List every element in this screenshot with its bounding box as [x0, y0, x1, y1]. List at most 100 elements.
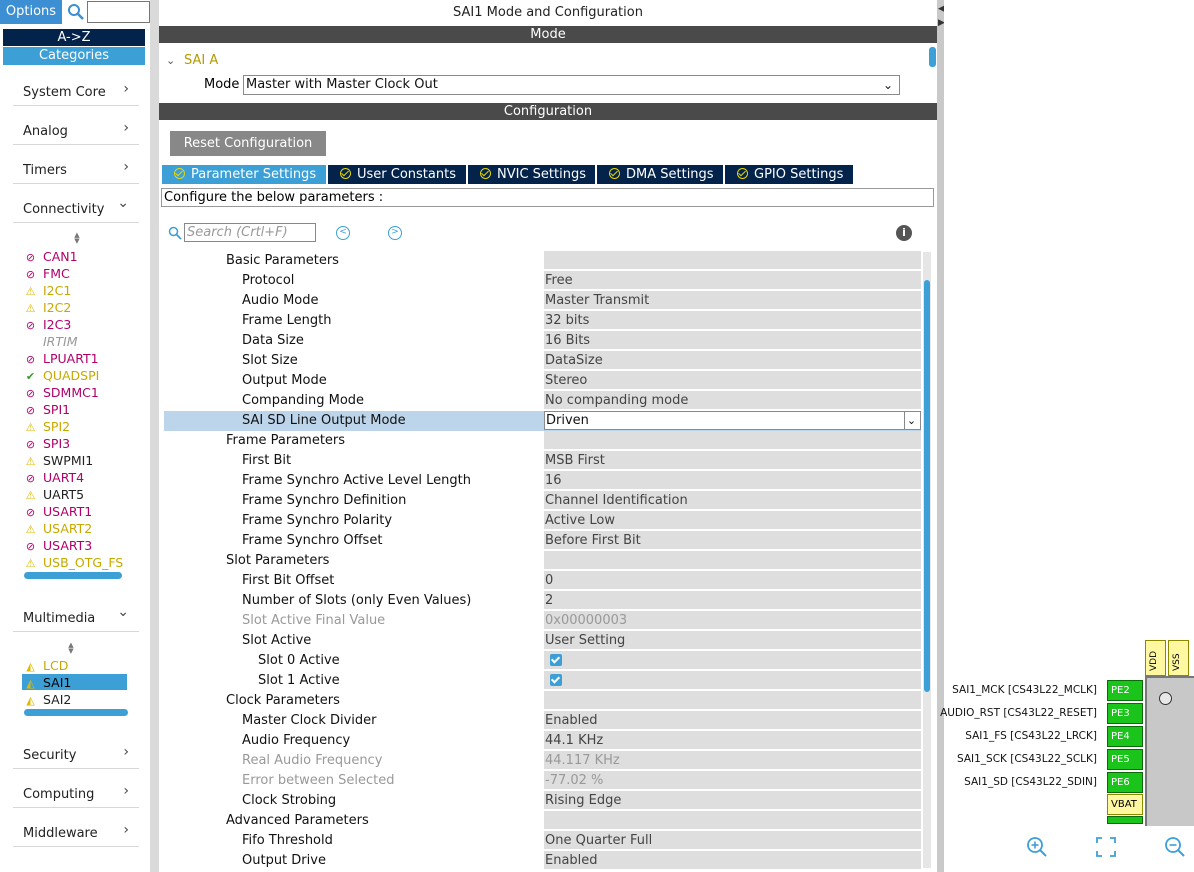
category-system-core[interactable]: System Core › — [13, 78, 139, 106]
category-multimedia[interactable]: Multimedia ⌄ — [13, 604, 139, 632]
param-row[interactable]: Frame Length 32 bits — [164, 311, 921, 331]
param-value[interactable]: Enabled — [544, 851, 921, 870]
sort-arrows-icon[interactable]: ▲ ▼ — [66, 642, 76, 655]
param-value[interactable]: DataSize — [544, 351, 921, 370]
param-value[interactable]: 2 — [544, 591, 921, 610]
param-value[interactable]: Free — [544, 271, 921, 290]
category-security[interactable]: Security › — [13, 741, 139, 769]
sidebar-item-lpuart1[interactable]: ⊘ LPUART1 — [24, 350, 128, 367]
param-value[interactable]: 16 — [544, 471, 921, 490]
param-row[interactable]: Fifo Threshold One Quarter Full — [164, 831, 921, 851]
tab-nvic-settings[interactable]: NVIC Settings — [468, 165, 595, 184]
param-group-row[interactable]: Frame Parameters — [164, 431, 921, 451]
sidebar-item-spi2[interactable]: ⚠ SPI2 — [24, 418, 128, 435]
param-row[interactable]: Slot 0 Active — [164, 651, 921, 671]
param-row[interactable]: Slot Active Final Value 0x00000003 — [164, 611, 921, 631]
options-button[interactable]: Options — [0, 0, 62, 24]
parameter-search-input[interactable]: Search (Crtl+F) — [184, 223, 316, 242]
param-value[interactable]: Enabled — [544, 711, 921, 730]
scrollbar-thumb[interactable] — [924, 280, 930, 692]
param-group-row[interactable]: Basic Parameters — [164, 251, 921, 271]
param-row[interactable]: Companding Mode No companding mode — [164, 391, 921, 411]
sidebar-item-sai2[interactable]: ◭ SAI2 — [24, 691, 128, 708]
splitter-right[interactable]: ◀ ▶ — [937, 0, 945, 872]
sidebar-search-input[interactable] — [87, 1, 150, 23]
param-row[interactable]: Output Drive Enabled — [164, 851, 921, 871]
sidebar-item-i2c1[interactable]: ⚠ I2C1 — [24, 282, 128, 299]
tab-parameter-settings[interactable]: Parameter Settings — [162, 165, 326, 184]
param-value[interactable]: No companding mode — [544, 391, 921, 410]
parameter-scrollbar[interactable] — [923, 252, 931, 868]
sidebar-item-spi1[interactable]: ⊘ SPI1 — [24, 401, 128, 418]
param-value-checkbox-cell[interactable] — [544, 671, 921, 690]
param-value[interactable]: 0 — [544, 571, 921, 590]
chevron-down-icon[interactable]: ⌄ — [904, 412, 918, 429]
next-icon[interactable]: > — [388, 226, 402, 240]
sidebar-item-quadspi[interactable]: ✔ QUADSPI — [24, 367, 128, 384]
category-computing[interactable]: Computing › — [13, 780, 139, 808]
pin-pe6[interactable]: PE6 — [1107, 772, 1143, 793]
pin-vss[interactable]: VSS — [1168, 640, 1189, 676]
category-middleware[interactable]: Middleware › — [13, 819, 139, 847]
param-row[interactable]: SAI SD Line Output Mode Driven ⌄ — [164, 411, 921, 431]
sidebar-item-spi3[interactable]: ⊘ SPI3 — [24, 435, 128, 452]
param-row[interactable]: Clock Strobing Rising Edge — [164, 791, 921, 811]
param-row[interactable]: Master Clock Divider Enabled — [164, 711, 921, 731]
sidebar-item-usart2[interactable]: ⚠ USART2 — [24, 520, 128, 537]
sidebar-item-can1[interactable]: ⊘ CAN1 — [24, 248, 128, 265]
param-value[interactable]: 44.1 KHz — [544, 731, 921, 750]
param-value[interactable]: Active Low — [544, 511, 921, 530]
sidebar-item-usart3[interactable]: ⊘ USART3 — [24, 537, 128, 554]
connectivity-scrollbar[interactable] — [24, 572, 122, 579]
category-timers[interactable]: Timers › — [13, 156, 139, 184]
param-value[interactable]: 32 bits — [544, 311, 921, 330]
param-row[interactable]: Audio Frequency 44.1 KHz — [164, 731, 921, 751]
category-connectivity[interactable]: Connectivity ⌄ — [13, 195, 139, 223]
param-value[interactable]: One Quarter Full — [544, 831, 921, 850]
splitter-left[interactable] — [150, 0, 159, 872]
param-row[interactable]: First Bit Offset 0 — [164, 571, 921, 591]
pin-pe4[interactable]: PE4 — [1107, 726, 1143, 747]
param-row[interactable]: First Bit MSB First — [164, 451, 921, 471]
param-group-row[interactable]: Clock Parameters — [164, 691, 921, 711]
category-analog[interactable]: Analog › — [13, 117, 139, 145]
sidebar-item-usart1[interactable]: ⊘ USART1 — [24, 503, 128, 520]
zoom-out-icon[interactable] — [1164, 836, 1186, 858]
sidebar-item-swpmi1[interactable]: ⚠ SWPMI1 — [24, 452, 128, 469]
param-row[interactable]: Real Audio Frequency 44.117 KHz — [164, 751, 921, 771]
sidebar-item-usb_otg_fs[interactable]: ⚠ USB_OTG_FS — [24, 554, 128, 571]
sort-arrows-icon[interactable]: ▲ ▼ — [72, 232, 82, 245]
sidebar-item-uart4[interactable]: ⊘ UART4 — [24, 469, 128, 486]
pin-pe2[interactable]: PE2 — [1107, 680, 1143, 701]
param-row[interactable]: Slot 1 Active — [164, 671, 921, 691]
param-row[interactable]: Slot Active User Setting — [164, 631, 921, 651]
sidebar-item-i2c3[interactable]: ⊘ I2C3 — [24, 316, 128, 333]
mode-scrollbar[interactable] — [929, 47, 936, 67]
pin-vdd[interactable]: VDD — [1145, 640, 1166, 676]
param-row[interactable]: Data Size 16 Bits — [164, 331, 921, 351]
mode-select[interactable]: Master with Master Clock Out ⌄ — [243, 75, 900, 95]
multimedia-scrollbar[interactable] — [24, 709, 128, 716]
tab-dma-settings[interactable]: DMA Settings — [597, 165, 723, 184]
categories-button[interactable]: Categories — [3, 47, 145, 65]
fit-screen-icon[interactable] — [1095, 836, 1117, 858]
param-group-row[interactable]: Advanced Parameters — [164, 811, 921, 831]
param-row[interactable]: Error between Selected -77.02 % — [164, 771, 921, 791]
param-value[interactable]: MSB First — [544, 451, 921, 470]
param-row[interactable]: Output Mode Stereo — [164, 371, 921, 391]
checkbox[interactable] — [550, 674, 562, 686]
param-value-select[interactable]: Driven ⌄ — [544, 411, 921, 430]
param-value[interactable]: Stereo — [544, 371, 921, 390]
sidebar-item-sai1[interactable]: ◭ SAI1 — [24, 674, 128, 691]
reset-configuration-button[interactable]: Reset Configuration — [170, 131, 326, 156]
param-value[interactable]: 44.117 KHz — [544, 751, 921, 770]
param-row[interactable]: Frame Synchro Polarity Active Low — [164, 511, 921, 531]
param-value[interactable]: User Setting — [544, 631, 921, 650]
param-value-checkbox-cell[interactable] — [544, 651, 921, 670]
param-row[interactable]: Frame Synchro Offset Before First Bit — [164, 531, 921, 551]
search-icon[interactable] — [66, 2, 86, 22]
previous-icon[interactable]: < — [336, 226, 350, 240]
sidebar-item-uart5[interactable]: ⚠ UART5 — [24, 486, 128, 503]
param-row[interactable]: Frame Synchro Definition Channel Identifi… — [164, 491, 921, 511]
checkbox[interactable] — [550, 654, 562, 666]
